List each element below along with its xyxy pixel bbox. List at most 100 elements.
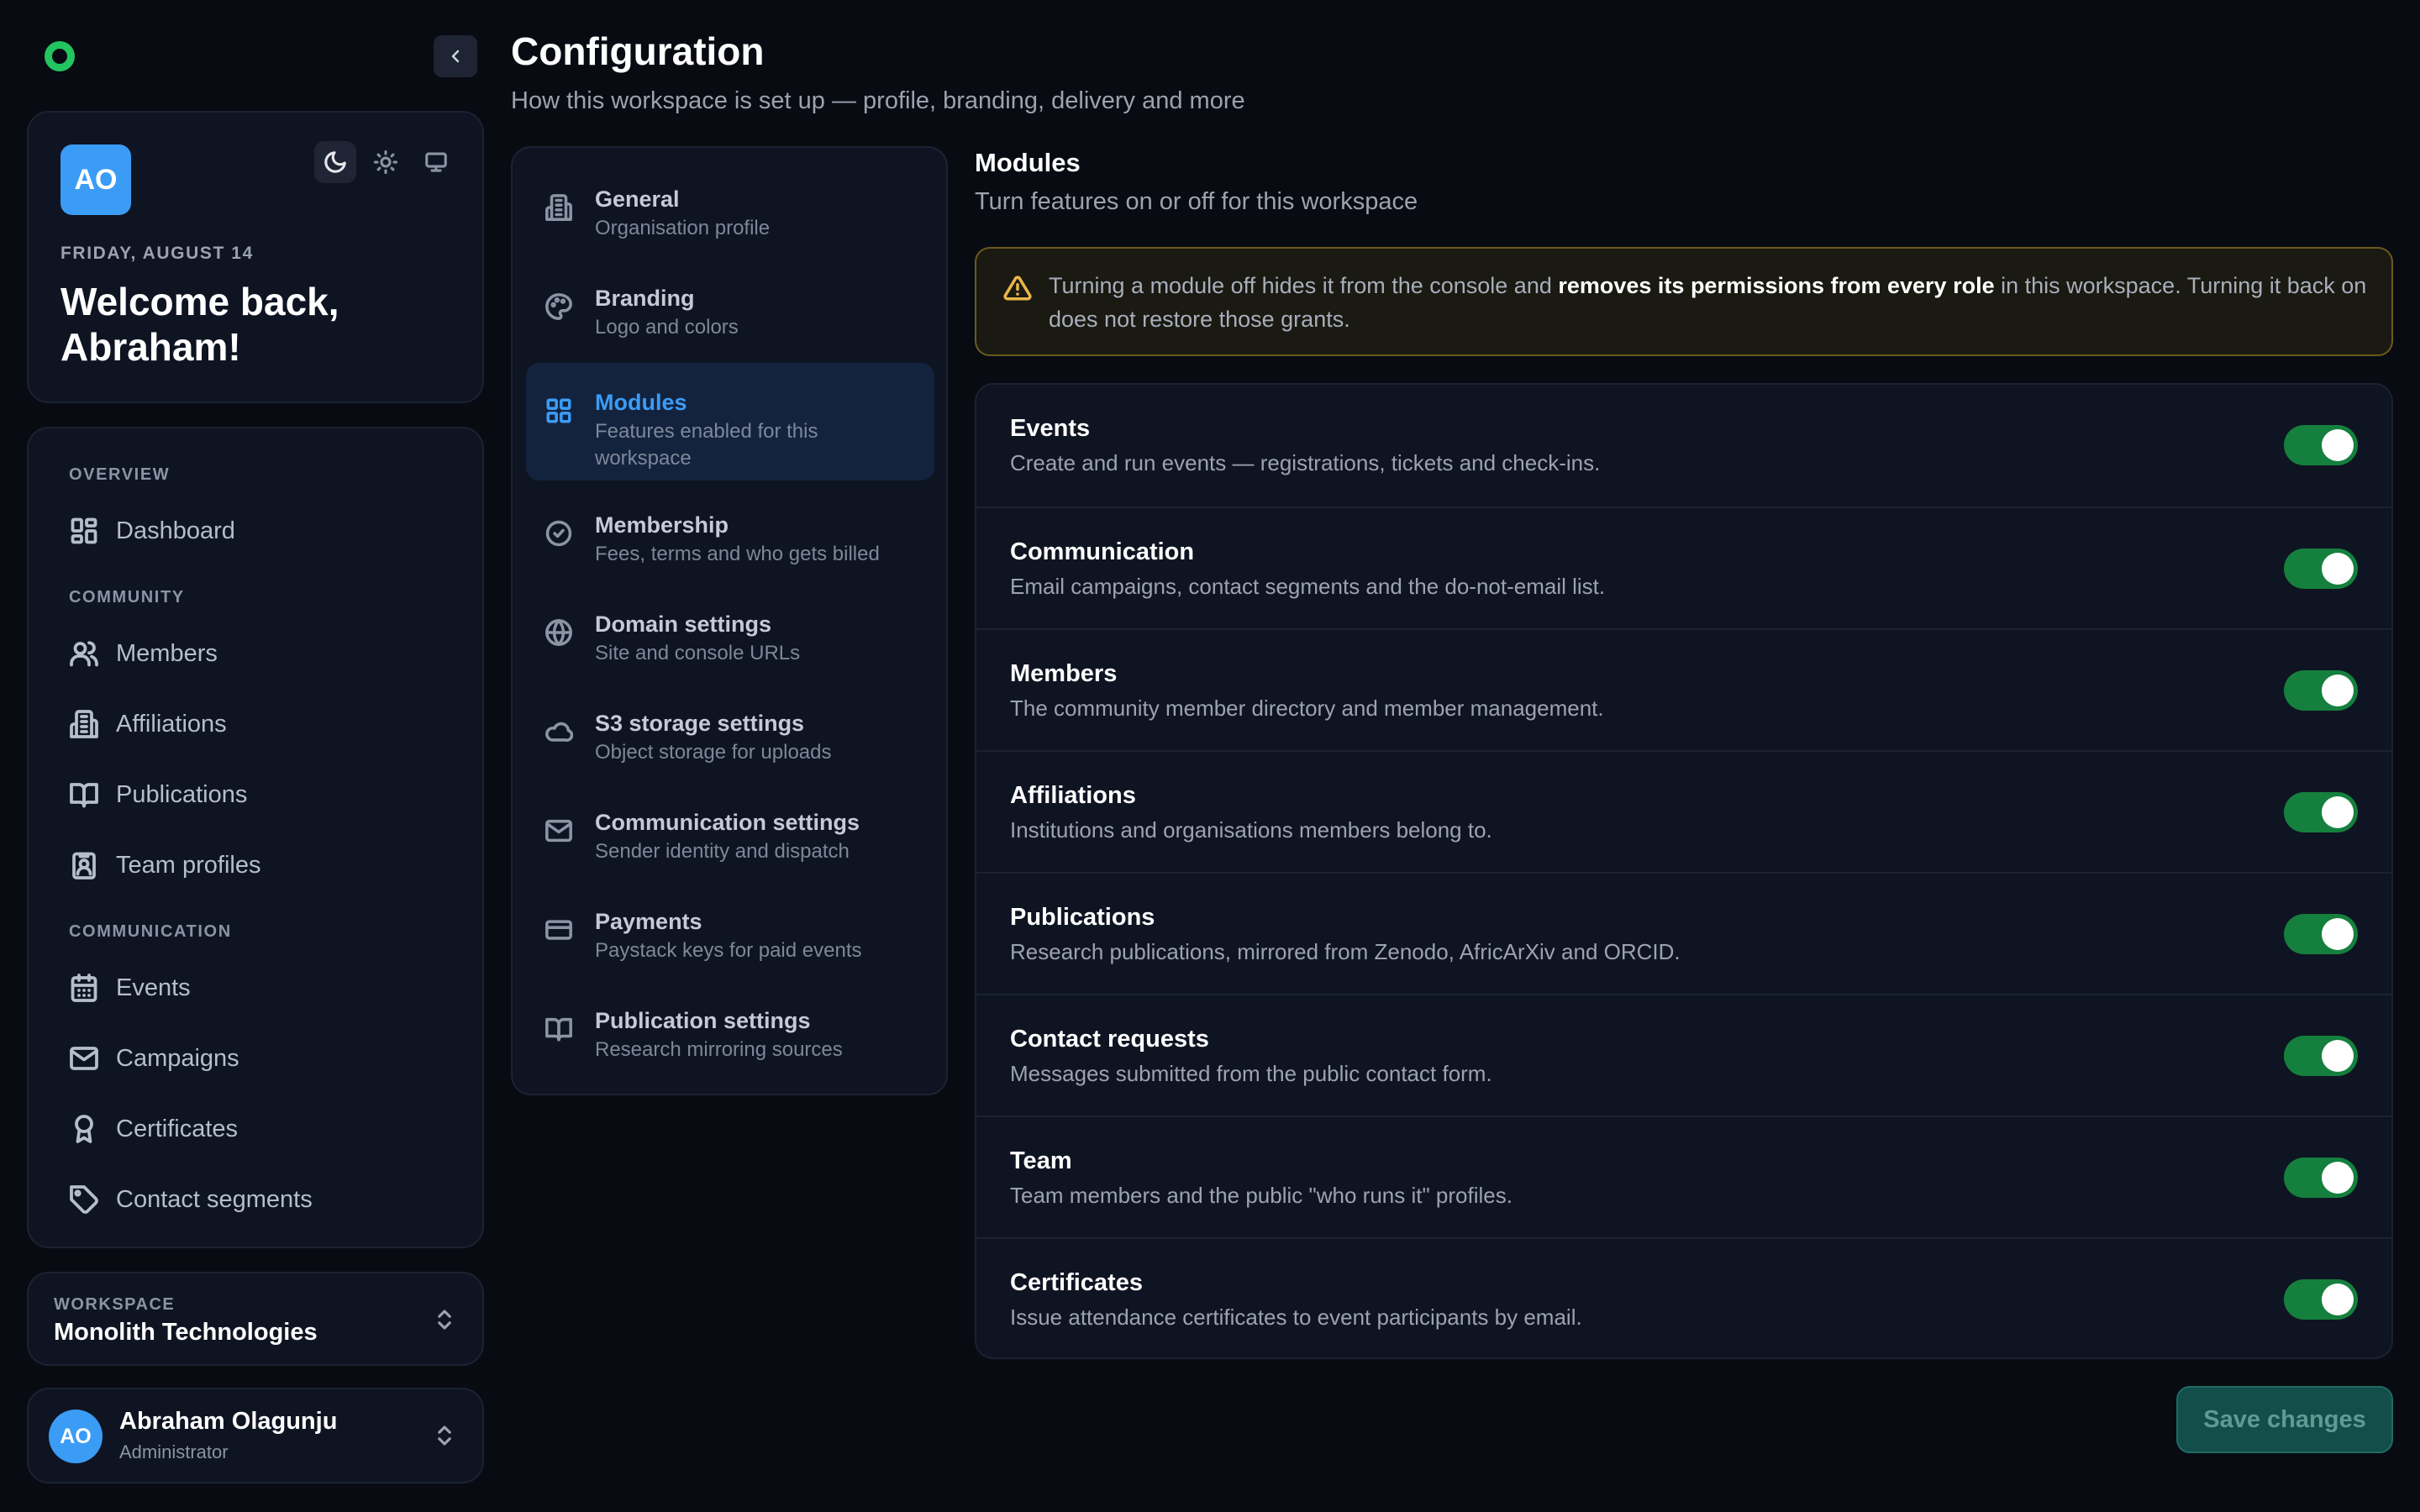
modules-subtitle: Turn features on or off for this workspa… (975, 188, 1418, 215)
building-icon (70, 710, 98, 738)
settings-item-domain[interactable]: Domain settings Site and console URLs (526, 585, 934, 680)
module-toggle-events[interactable] (2284, 425, 2358, 465)
warning-text: Turning a module off hides it from the c… (1049, 273, 2367, 332)
settings-item-title: Modules (595, 390, 687, 415)
theme-light-button[interactable] (365, 141, 407, 183)
sidebar-item-label: Team profiles (116, 851, 261, 879)
settings-item-desc: Object storage for uploads (595, 741, 832, 764)
building-icon (544, 193, 573, 222)
avatar: AO (60, 144, 131, 215)
module-toggle-communication[interactable] (2284, 549, 2358, 589)
settings-item-desc: Fees, terms and who gets billed (595, 543, 880, 565)
profile-card: AO FRIDAY, AUGUST 14 Welcome back, Abrah… (27, 111, 484, 403)
sidebar-item-members[interactable]: Members (69, 635, 218, 672)
module-desc: Team members and the public "who runs it… (1010, 1183, 1512, 1208)
badge-check-icon (544, 519, 573, 548)
module-toggle-contact-requests[interactable] (2284, 1036, 2358, 1076)
module-toggle-publications[interactable] (2284, 914, 2358, 954)
settings-item-modules[interactable]: Modules Features enabled for this worksp… (526, 363, 934, 480)
sidebar-item-label: Events (116, 974, 191, 1001)
settings-item-publication[interactable]: Publication settings Research mirroring … (526, 981, 934, 1077)
sidebar-item-events[interactable]: Events (69, 969, 191, 1006)
alert-triangle-icon (1003, 274, 1032, 302)
theme-switcher (314, 141, 457, 183)
warning-banner: Turning a module off hides it from the c… (975, 247, 2393, 356)
sidebar-item-label: Dashboard (116, 517, 235, 544)
settings-item-desc: Organisation profile (595, 217, 771, 239)
module-row-publications: Publications Research publications, mirr… (976, 872, 2391, 994)
modules-list: Events Create and run events — registrat… (975, 383, 2393, 1359)
settings-item-title: Publication settings (595, 1008, 811, 1033)
chevron-left-icon (451, 50, 460, 63)
module-row-contact-requests: Contact requests Messages submitted from… (976, 994, 2391, 1116)
module-name: Communication (1010, 538, 1195, 565)
settings-item-membership[interactable]: Membership Fees, terms and who gets bill… (526, 486, 934, 581)
award-icon (75, 1115, 93, 1143)
module-toggle-affiliations[interactable] (2284, 792, 2358, 832)
sidebar-item-affiliations[interactable]: Affiliations (69, 706, 227, 743)
module-desc: Email campaigns, contact segments and th… (1010, 574, 1606, 599)
grid-icon (544, 396, 573, 425)
theme-system-button[interactable] (415, 141, 457, 183)
settings-item-s3-storage[interactable]: S3 storage settings Object storage for u… (526, 684, 934, 780)
sidebar-item-contact-segments[interactable]: Contact segments (69, 1181, 313, 1218)
sidebar-item-certificates[interactable]: Certificates (69, 1110, 238, 1147)
settings-item-desc: Site and console URLs (595, 642, 801, 664)
moon-icon (324, 151, 346, 173)
sidebar-nav: OVERVIEW Dashboard COMMUNITY Members Aff… (27, 427, 484, 1248)
modules-title: Modules (975, 148, 1081, 177)
palette-icon (544, 292, 573, 321)
user-role: Administrator (119, 1441, 229, 1462)
collapse-sidebar-button[interactable] (434, 35, 477, 77)
credit-card-icon (544, 916, 573, 944)
module-toggle-certificates[interactable] (2284, 1279, 2358, 1320)
module-desc: Create and run events — registrations, t… (1010, 450, 1601, 475)
settings-item-title: Domain settings (595, 612, 772, 637)
sidebar-item-campaigns[interactable]: Campaigns (69, 1040, 239, 1077)
sidebar-item-label: Affiliations (116, 710, 227, 738)
settings-menu: General Organisation profile Branding Lo… (511, 146, 948, 1095)
app-logo[interactable] (45, 41, 75, 71)
workspace-switcher[interactable]: WORKSPACE Monolith Technologies (27, 1272, 484, 1366)
settings-item-general[interactable]: General Organisation profile (526, 160, 934, 255)
theme-dark-button[interactable] (314, 141, 356, 183)
module-name: Certificates (1010, 1269, 1143, 1296)
settings-item-desc: Research mirroring sources (595, 1038, 843, 1061)
id-badge-icon (72, 852, 96, 879)
save-changes-button[interactable]: Save changes (2176, 1386, 2393, 1453)
sidebar-item-team-profiles[interactable]: Team profiles (69, 847, 260, 884)
module-desc: Research publications, mirrored from Zen… (1010, 939, 1681, 964)
chevrons-up-down-icon (432, 1423, 457, 1448)
settings-item-title: General (595, 186, 680, 212)
sidebar-item-dashboard[interactable]: Dashboard (69, 512, 235, 549)
sidebar-item-label: Members (116, 639, 218, 667)
globe-icon (544, 618, 573, 647)
module-row-members: Members The community member directory a… (976, 628, 2391, 750)
sidebar-item-label: Certificates (116, 1115, 239, 1142)
settings-item-title: Branding (595, 286, 695, 311)
module-name: Team (1010, 1147, 1072, 1174)
module-desc: Messages submitted from the public conta… (1010, 1061, 1492, 1086)
module-desc: The community member directory and membe… (1010, 696, 1604, 721)
module-toggle-team[interactable] (2284, 1158, 2358, 1198)
settings-item-desc: Features enabled for this workspace (595, 420, 818, 470)
settings-item-communication[interactable]: Communication settings Sender identity a… (526, 783, 934, 879)
module-desc: Issue attendance certificates to event p… (1010, 1305, 1582, 1330)
module-name: Members (1010, 660, 1118, 687)
user-name: Abraham Olagunju (119, 1408, 338, 1435)
sidebar-item-publications[interactable]: Publications (69, 776, 247, 813)
chevrons-up-down-icon (432, 1307, 457, 1332)
settings-item-payments[interactable]: Payments Paystack keys for paid events (526, 882, 934, 978)
module-toggle-members[interactable] (2284, 670, 2358, 711)
settings-item-title: S3 storage settings (595, 711, 805, 736)
user-avatar: AO (49, 1410, 103, 1463)
sidebar-item-label: Publications (116, 780, 248, 808)
book-icon (70, 783, 98, 808)
calendar-icon (71, 974, 97, 1002)
settings-item-branding[interactable]: Branding Logo and colors (526, 259, 934, 354)
nav-section-community: COMMUNITY (69, 588, 185, 606)
user-menu[interactable]: AO Abraham Olagunju Administrator (27, 1388, 484, 1483)
module-desc: Institutions and organisations members b… (1010, 817, 1492, 843)
users-icon (70, 641, 98, 667)
workspace-name: Monolith Technologies (54, 1319, 318, 1346)
